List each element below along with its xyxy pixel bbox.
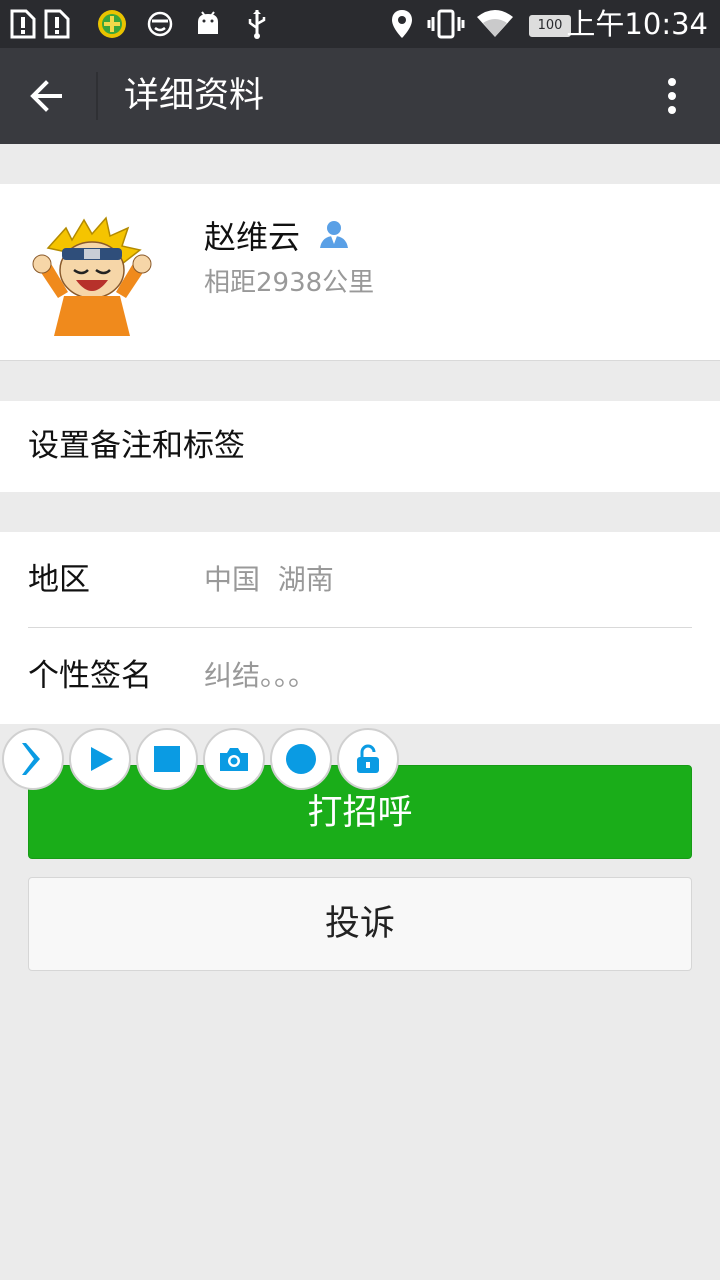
back-arrow-icon[interactable]	[24, 72, 74, 120]
expand-icon[interactable]	[2, 728, 64, 790]
contact-person-icon	[318, 218, 350, 250]
set-remark-row[interactable]: 设置备注和标签	[0, 401, 720, 492]
detail-value: 纠结。。。	[204, 659, 317, 692]
detail-value: 中国 湖南	[204, 563, 334, 596]
profile-name: 赵维云	[204, 218, 301, 256]
avatar[interactable]	[28, 208, 156, 336]
details-card: 地区 中国 湖南 个性签名 纠结。。。	[0, 532, 720, 724]
battery-icon: 100	[529, 15, 571, 37]
app-bar-divider	[96, 72, 98, 120]
app-plus-icon	[96, 6, 128, 42]
unlock-icon[interactable]	[337, 728, 399, 790]
location-icon	[388, 6, 416, 42]
face-icon	[144, 6, 176, 42]
status-bar: 100 上午10:34	[0, 0, 720, 48]
vibrate-icon	[426, 6, 466, 42]
detail-key: 个性签名	[28, 658, 152, 694]
report-button[interactable]: 投诉	[28, 877, 692, 971]
usb-icon	[243, 6, 271, 42]
sim-alert-icon	[8, 6, 38, 42]
app-bar: 详细资料	[0, 48, 720, 144]
more-vertical-icon[interactable]	[652, 72, 692, 120]
profile-distance: 相距2938公里	[204, 268, 375, 298]
detail-key: 地区	[28, 562, 90, 598]
play-icon[interactable]	[69, 728, 131, 790]
android-icon	[194, 6, 222, 42]
page-title: 详细资料	[124, 76, 265, 116]
record-icon[interactable]	[270, 728, 332, 790]
wifi-icon	[474, 6, 516, 42]
status-time: 上午10:34	[566, 7, 708, 41]
set-remark-label: 设置备注和标签	[28, 428, 245, 464]
detail-row-signature: 个性签名 纠结。。。	[0, 628, 720, 724]
detail-row-region: 地区 中国 湖南	[0, 532, 720, 628]
sim-alert-icon	[42, 6, 72, 42]
stop-icon[interactable]	[136, 728, 198, 790]
camera-icon[interactable]	[203, 728, 265, 790]
